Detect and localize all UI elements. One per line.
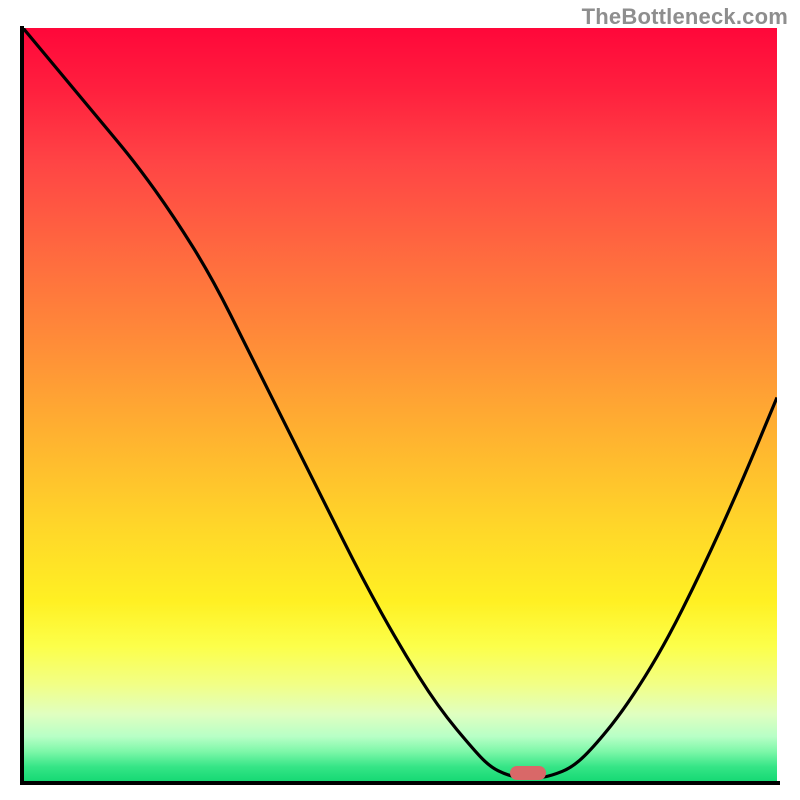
optimum-marker bbox=[510, 766, 546, 780]
gradient-background bbox=[23, 28, 777, 782]
attribution-label: TheBottleneck.com bbox=[582, 4, 788, 30]
x-axis bbox=[20, 781, 780, 785]
y-axis bbox=[20, 26, 24, 784]
bottleneck-chart: TheBottleneck.com bbox=[0, 0, 800, 800]
